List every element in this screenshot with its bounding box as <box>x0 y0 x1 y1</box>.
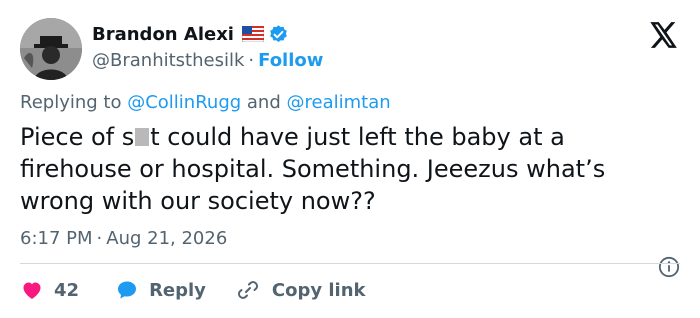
reply-context: Replying to @CollinRugg and @realimtan <box>20 92 391 113</box>
follow-button[interactable]: Follow <box>258 50 323 71</box>
mention-realimtan[interactable]: @realimtan <box>287 92 391 113</box>
tweet-text-part-1: Piece of s <box>20 123 135 151</box>
reply-label: Reply <box>149 279 206 301</box>
verified-badge-icon <box>270 24 287 42</box>
meta-separator: · <box>96 228 103 249</box>
display-name[interactable]: Brandon Alexi <box>92 24 234 45</box>
avatar-image <box>20 18 82 80</box>
mention-collinrugg[interactable]: @CollinRugg <box>127 92 241 113</box>
like-count: 42 <box>54 279 80 301</box>
reply-prefix: Replying to <box>20 92 122 113</box>
reply-button[interactable]: Reply <box>115 278 206 302</box>
reply-conjunction: and <box>246 92 281 113</box>
divider <box>20 263 680 264</box>
avatar[interactable] <box>20 18 82 80</box>
copy-link-button[interactable]: Copy link <box>236 278 366 302</box>
author-handle[interactable]: @Branhitsthesilk <box>92 50 244 71</box>
copy-link-label: Copy link <box>271 279 366 301</box>
x-logo-icon[interactable] <box>650 22 678 48</box>
tweet-time[interactable]: 6:17 PM <box>20 228 93 249</box>
censor-block <box>135 128 150 146</box>
tweet-meta: 6:17 PM · Aug 21, 2026 <box>20 228 227 249</box>
handle-separator: · <box>248 49 255 71</box>
heart-icon <box>23 282 41 299</box>
author-name-row: Brandon Alexi <box>92 22 289 46</box>
us-flag-icon <box>241 26 264 42</box>
like-button[interactable]: 42 <box>20 278 79 302</box>
tweet-date[interactable]: Aug 21, 2026 <box>106 228 227 249</box>
action-bar: 42 Reply Copy link <box>20 276 366 304</box>
tweet-text: Piece of st could have just left the bab… <box>20 121 680 217</box>
reply-bubble-icon <box>118 281 137 299</box>
info-icon[interactable] <box>658 256 680 278</box>
link-icon <box>237 281 258 299</box>
handle-row: @Branhitsthesilk · Follow <box>92 48 323 72</box>
